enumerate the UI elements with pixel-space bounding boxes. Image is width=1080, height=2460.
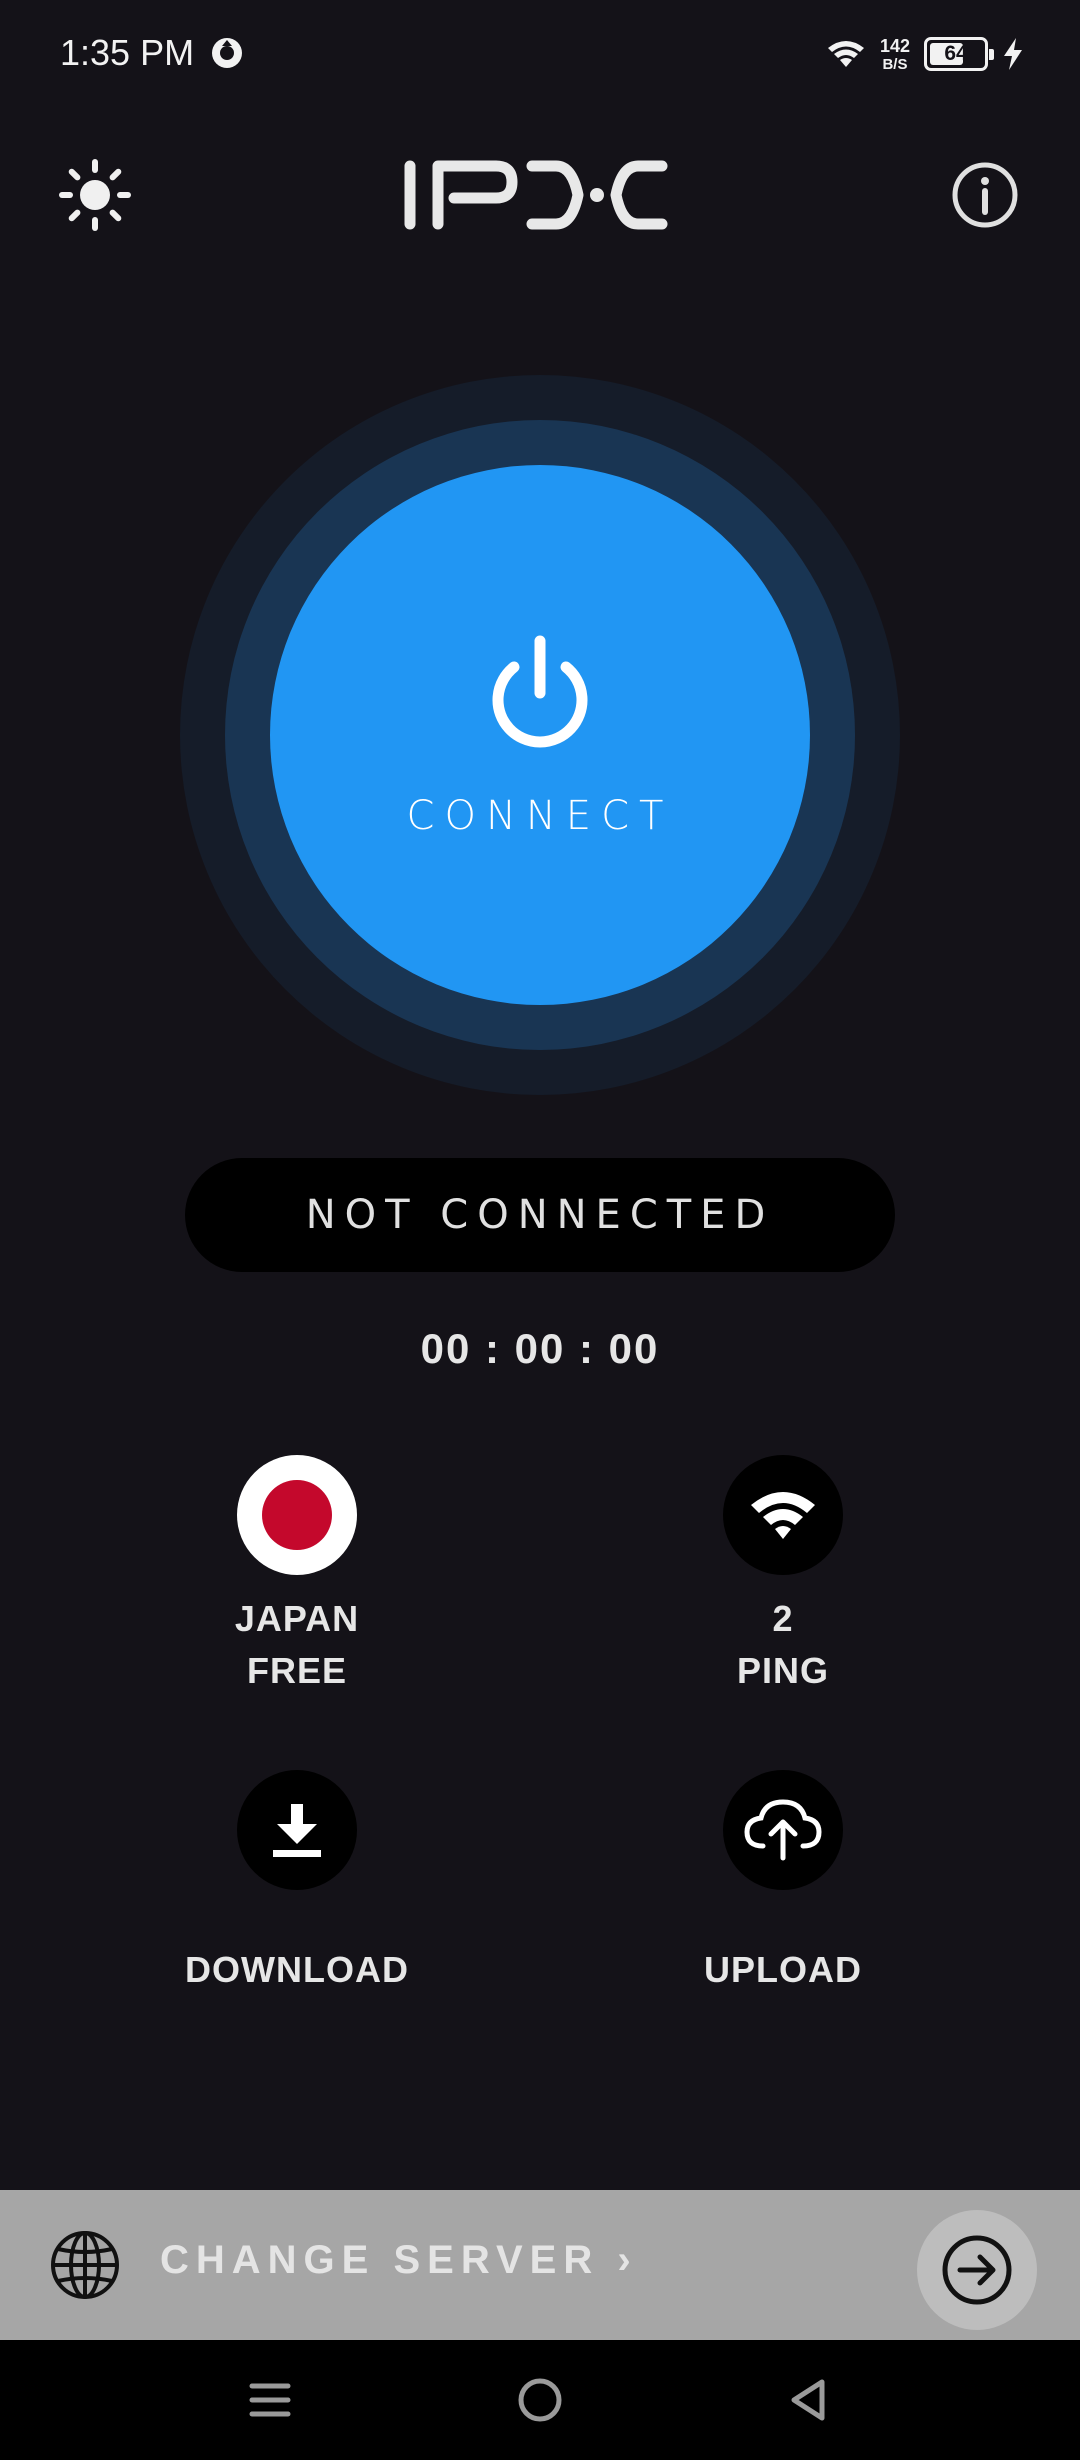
charging-bolt-icon [1004,38,1022,70]
brightness-button[interactable] [55,155,135,235]
change-server-label[interactable]: CHANGE SERVER › [160,2238,638,2283]
app-screen: 1:35 PM 142 B/S 64 CONNECT NOT CONNECTED… [0,0,1080,2460]
wifi-status-icon [827,41,864,67]
upload-stat: UPLOAD [573,1770,993,1996]
connection-status-text: NOT CONNECTED [305,1192,775,1238]
ping-stat: 2 PING [573,1455,993,1697]
brightness-icon [59,159,131,231]
system-nav-bar [0,2340,1080,2460]
upload-label: UPLOAD [704,1949,862,1990]
back-icon [791,2379,825,2421]
download-label: DOWNLOAD [185,1949,409,1990]
net-speed: 142 B/S [880,37,910,72]
battery-level: 64 [944,42,968,65]
ping-label: PING [736,1650,829,1691]
arrow-right-icon [942,2235,1012,2305]
wifi-icon [723,1455,843,1575]
logo [404,160,668,230]
globe-icon [51,2231,119,2299]
download-stat: DOWNLOAD [87,1770,507,1996]
battery-icon: 64 [924,37,994,71]
vpn-notification-icon [212,38,242,68]
power-icon [492,635,588,748]
nav-home-button[interactable] [510,2370,570,2430]
net-speed-unit: B/S [882,55,908,73]
nav-menu-button[interactable] [240,2370,300,2430]
connection-status-pill: NOT CONNECTED [185,1158,895,1272]
server-tier: FREE [246,1650,347,1691]
status-indicators: 142 B/S 64 [826,30,1024,78]
top-bar [0,140,1080,250]
connect-label: CONNECT [406,793,674,839]
cloud-upload-icon [723,1770,843,1890]
change-server-bar[interactable]: CHANGE SERVER › [0,2190,1080,2340]
menu-icon [249,2383,291,2417]
status-time: 1:35 PM [60,32,195,73]
change-server-button[interactable] [917,2210,1037,2330]
japan-flag-icon [237,1455,357,1575]
home-icon [518,2378,562,2422]
flag-sun [262,1480,332,1550]
net-speed-value: 142 [879,35,910,56]
connect-button[interactable]: CONNECT [270,465,810,1005]
server-location-stat[interactable]: JAPAN FREE [87,1455,507,1697]
nav-back-button[interactable] [778,2370,838,2430]
server-country: JAPAN [234,1598,360,1639]
ping-value: 2 [772,1598,794,1639]
download-icon [237,1770,357,1890]
connection-timer: 00 : 00 : 00 [420,1325,660,1372]
info-icon [952,162,1018,228]
info-button[interactable] [945,155,1025,235]
status-bar: 1:35 PM 142 B/S 64 [0,0,1080,110]
